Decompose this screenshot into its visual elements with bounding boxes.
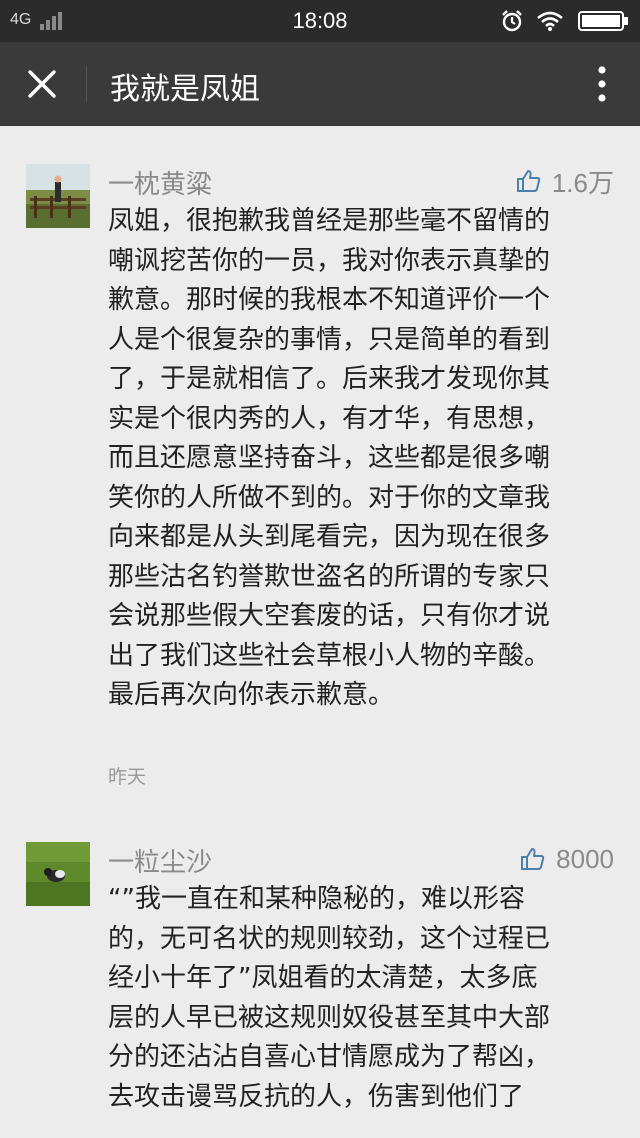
comment-line: 会说那些假大空套废的话，只有你才说 [108,601,551,631]
page-title: 我就是凤姐 [110,72,260,107]
more-button[interactable] [590,64,614,104]
comment-line: 人是个很复杂的事情，只是简单的看到 [108,324,551,355]
more-vertical-icon [598,66,606,102]
comment-line: 向来都是从头到尾看完，因为现在很多 [108,522,551,552]
comment-list: 一枕黄粱 1.6万 凤姐，很抱歉我曾经是那些毫不留情的 嘲讽挖苦你的一员，我对你… [0,126,640,1138]
comment-line: 了，于是就相信了。后来我才发现你其 [108,364,551,394]
alarm-icon [502,10,522,32]
thumbs-up-icon [521,848,545,870]
comment-author[interactable]: 一粒尘沙 [108,842,212,879]
battery-icon [578,11,628,31]
status-icons [500,8,630,34]
comment-line: 经小十年了”凤姐看的太清楚，太多底 [108,963,538,993]
close-icon [28,70,56,98]
nav-bar: 我就是凤姐 [0,42,640,126]
avatar-image [26,164,90,228]
comment-line: 层的人早已被这规则奴役甚至其中大部 [108,1002,551,1033]
comment-line: 凤姐，很抱歉我曾经是那些毫不留情的 [108,206,551,236]
thumbs-up-icon [516,170,541,192]
comment-line: 的，无可名状的规则较劲，这个过程已 [108,923,551,954]
comment-line: 出了我们这些社会草根小人物的辛酸。 [108,640,551,671]
comment-line: 实是个很内秀的人，有才华，有思想， [108,403,551,434]
comment-time: 昨天 [108,766,147,788]
comment-line: 那些沽名钓誉欺世盗名的所谓的专家只 [108,561,551,592]
comment-text: 凤姐，很抱歉我曾经是那些毫不留情的 嘲讽挖苦你的一员，我对你表示真挚的 歉意。那… [108,202,608,716]
comment-line: 笑你的人所做不到的。对于你的文章我 [108,482,551,513]
nav-divider [86,66,87,102]
wifi-icon [537,11,563,31]
avatar[interactable] [26,842,90,906]
like-count: 1.6万 [551,167,614,198]
comment-line: “”我一直在和某种隐秘的，难以形容 [108,884,525,914]
comment-line: 嘲讽挖苦你的一员，我对你表示真挚的 [108,245,551,276]
like-count: 8000 [556,843,614,874]
comment-author[interactable]: 一枕黄粱 [108,164,212,201]
like-button[interactable]: 1.6万 [516,164,614,198]
avatar-image [26,842,90,906]
avatar[interactable] [26,164,90,228]
comment-text: “”我一直在和某种隐秘的，难以形容 的，无可名状的规则较劲，这个过程已 经小十年… [108,880,608,1117]
comment-line: 歉意。那时候的我根本不知道评价一个 [108,285,551,315]
like-button[interactable]: 8000 [520,842,614,876]
comment-line: 分的还沾沾自喜心甘情愿成为了帮凶， [108,1042,551,1072]
status-bar: 4G 18:08 [0,0,640,42]
comment-line: 最后再次向你表示歉意。 [108,680,395,710]
comment-line: 而且还愿意坚持奋斗，这些都是很多嘲 [108,443,551,473]
comment-line: 去攻击谩骂反抗的人，伤害到他们了 [108,1081,525,1112]
close-button[interactable] [22,64,62,104]
